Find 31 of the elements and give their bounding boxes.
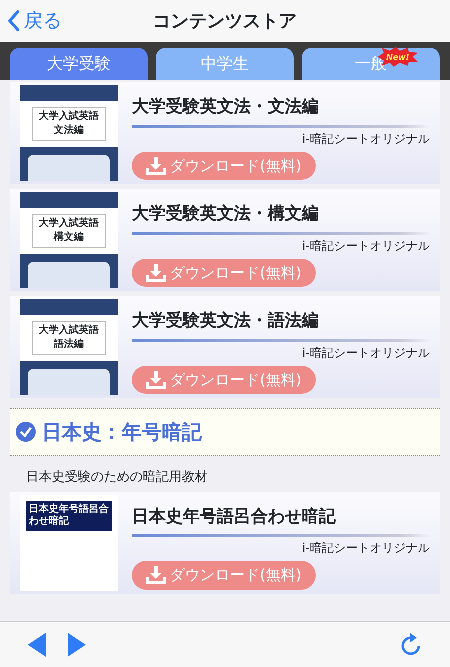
section-description: 日本史受験のための暗記用教材: [26, 469, 209, 487]
publisher-label: i-暗記シートオリジナル: [301, 130, 430, 148]
download-icon: [146, 264, 166, 282]
tab[interactable]: 大学受験: [10, 48, 148, 80]
download-button[interactable]: ダウンロード(無料): [132, 561, 316, 590]
product-title: 大学受験英文法・文法編: [132, 96, 320, 119]
cover-title: 大学入試英語 文法編: [32, 107, 106, 141]
publisher-label: i-暗記シートオリジナル: [301, 344, 430, 362]
download-button[interactable]: ダウンロード(無料): [132, 258, 316, 287]
forward-arrow-icon[interactable]: [68, 632, 86, 656]
product-title: 大学受験英文法・構文編: [132, 203, 320, 226]
section-title: 日本史：年号暗記: [42, 419, 202, 446]
cover-title: 大学入試英語 語法編: [32, 321, 106, 355]
screen-title: コンテンツストア: [153, 10, 297, 34]
download-button[interactable]: ダウンロード(無料): [132, 152, 316, 180]
download-icon: [146, 156, 166, 175]
refresh-icon[interactable]: [400, 632, 422, 656]
product-title: 日本史年号語呂合わせ暗記: [132, 506, 337, 528]
back-button[interactable]: 戻る: [0, 6, 70, 36]
cover-title: 大学入試英語 構文編: [32, 214, 106, 248]
download-button[interactable]: ダウンロード(無料): [132, 366, 316, 394]
back-arrow-icon[interactable]: [28, 632, 46, 656]
download-icon: [146, 370, 166, 389]
tab[interactable]: 中学生: [156, 48, 294, 80]
publisher-label: i-暗記シートオリジナル: [301, 540, 430, 557]
check-circle-icon: [16, 422, 36, 442]
cover-title: 日本史年号語呂合わせ暗記: [26, 500, 112, 530]
publisher-label: i-暗記シートオリジナル: [301, 238, 430, 254]
product-title: 大学受験英文法・語法編: [132, 310, 320, 333]
download-icon: [146, 566, 166, 584]
chevron-icon: [8, 10, 20, 32]
